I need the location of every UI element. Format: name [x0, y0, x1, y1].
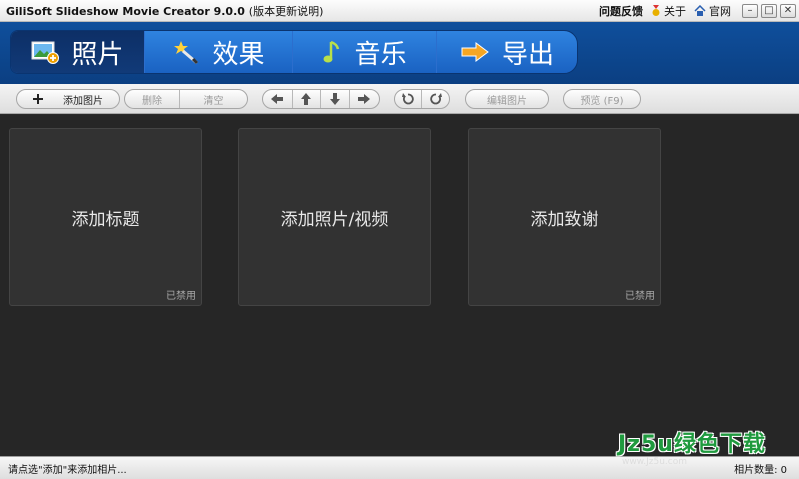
app-name: GiliSoft Slideshow Movie Creator 9.0.0: [6, 4, 245, 18]
title-bar: GiliSoft Slideshow Movie Creator 9.0.0 (…: [0, 0, 799, 22]
window-title: GiliSoft Slideshow Movie Creator 9.0.0 (…: [0, 3, 323, 19]
minimize-button[interactable]: –: [742, 3, 758, 18]
tab-export-label: 导出: [501, 39, 554, 70]
disabled-badge: 已禁用: [625, 291, 655, 302]
arrow-left-icon: [271, 94, 284, 104]
watermark-url: www.Jz5u.com: [622, 457, 688, 467]
arrow-up-icon: [301, 93, 312, 105]
rotate-left-button[interactable]: [395, 90, 423, 108]
website-label: 官网: [709, 4, 731, 18]
storyboard-area: 添加标题 已禁用 添加照片/视频 添加致谢 已禁用: [0, 115, 799, 456]
plus-icon: [33, 94, 43, 104]
move-group: [262, 89, 380, 109]
add-credits-tile[interactable]: 添加致谢 已禁用: [468, 128, 661, 306]
maximize-button[interactable]: □: [761, 3, 777, 18]
update-notes-link[interactable]: (版本更新说明): [249, 5, 324, 18]
add-media-label: 添加照片/视频: [280, 209, 389, 230]
add-media-tile[interactable]: 添加照片/视频: [238, 128, 431, 306]
add-photos-label: 添加图片: [63, 95, 103, 107]
status-message: 请点选"添加"来添加相片...: [8, 464, 127, 476]
about-label: 关于: [664, 4, 686, 18]
arrow-right-icon: [358, 94, 371, 104]
arrow-down-icon: [329, 93, 340, 105]
move-right-button[interactable]: [350, 90, 379, 108]
add-photos-group: 添加图片: [16, 89, 120, 109]
website-link[interactable]: 官网: [694, 3, 731, 19]
preview-button[interactable]: 预览 (F9): [564, 90, 640, 108]
delete-button[interactable]: 删除: [125, 90, 181, 108]
clear-button[interactable]: 清空: [180, 90, 247, 108]
rotate-right-button[interactable]: [422, 90, 449, 108]
move-left-button[interactable]: [263, 90, 293, 108]
tab-effects-label: 效果: [212, 39, 265, 70]
about-link[interactable]: 关于: [651, 3, 686, 19]
disabled-badge: 已禁用: [166, 291, 196, 302]
toolbar: 添加图片 删除 清空 编辑图片 预览 (F9): [0, 84, 799, 114]
photo-add-icon: [31, 40, 60, 64]
edit-group: 编辑图片: [465, 89, 549, 109]
tab-photos[interactable]: 照片: [11, 31, 145, 73]
add-credits-label: 添加致谢: [530, 209, 599, 230]
close-button[interactable]: ✕: [780, 3, 796, 18]
edit-photo-button[interactable]: 编辑图片: [466, 90, 548, 108]
delete-clear-group: 删除 清空: [124, 89, 248, 109]
tab-music-label: 音乐: [354, 39, 407, 70]
home-icon: [694, 5, 706, 16]
magic-wand-icon: [172, 39, 200, 65]
medal-icon: [652, 4, 660, 16]
add-title-label: 添加标题: [71, 209, 140, 230]
move-up-button[interactable]: [293, 90, 322, 108]
feedback-link[interactable]: 问题反馈: [599, 3, 643, 19]
tab-effects[interactable]: 效果: [145, 31, 293, 73]
add-photos-button[interactable]: 添加图片: [17, 90, 119, 108]
tab-music[interactable]: 音乐: [293, 31, 437, 73]
site-watermark: Jz5u绿色下载 www.Jz5u.com: [618, 426, 796, 467]
music-note-icon: [322, 39, 342, 65]
tab-photos-label: 照片: [71, 39, 124, 70]
rotate-left-icon: [402, 93, 414, 105]
move-down-button[interactable]: [321, 90, 350, 108]
rotate-group: [394, 89, 450, 109]
rotate-right-icon: [429, 93, 442, 105]
watermark-text: Jz5u绿色下载: [618, 432, 766, 457]
main-tab-bar: 照片 效果 音乐 导出: [10, 30, 578, 74]
tab-export[interactable]: 导出: [437, 31, 577, 73]
photo-count: 相片数量: 0: [734, 464, 787, 476]
arrow-right-icon: [460, 41, 490, 63]
add-title-tile[interactable]: 添加标题 已禁用: [9, 128, 202, 306]
preview-group: 预览 (F9): [563, 89, 641, 109]
